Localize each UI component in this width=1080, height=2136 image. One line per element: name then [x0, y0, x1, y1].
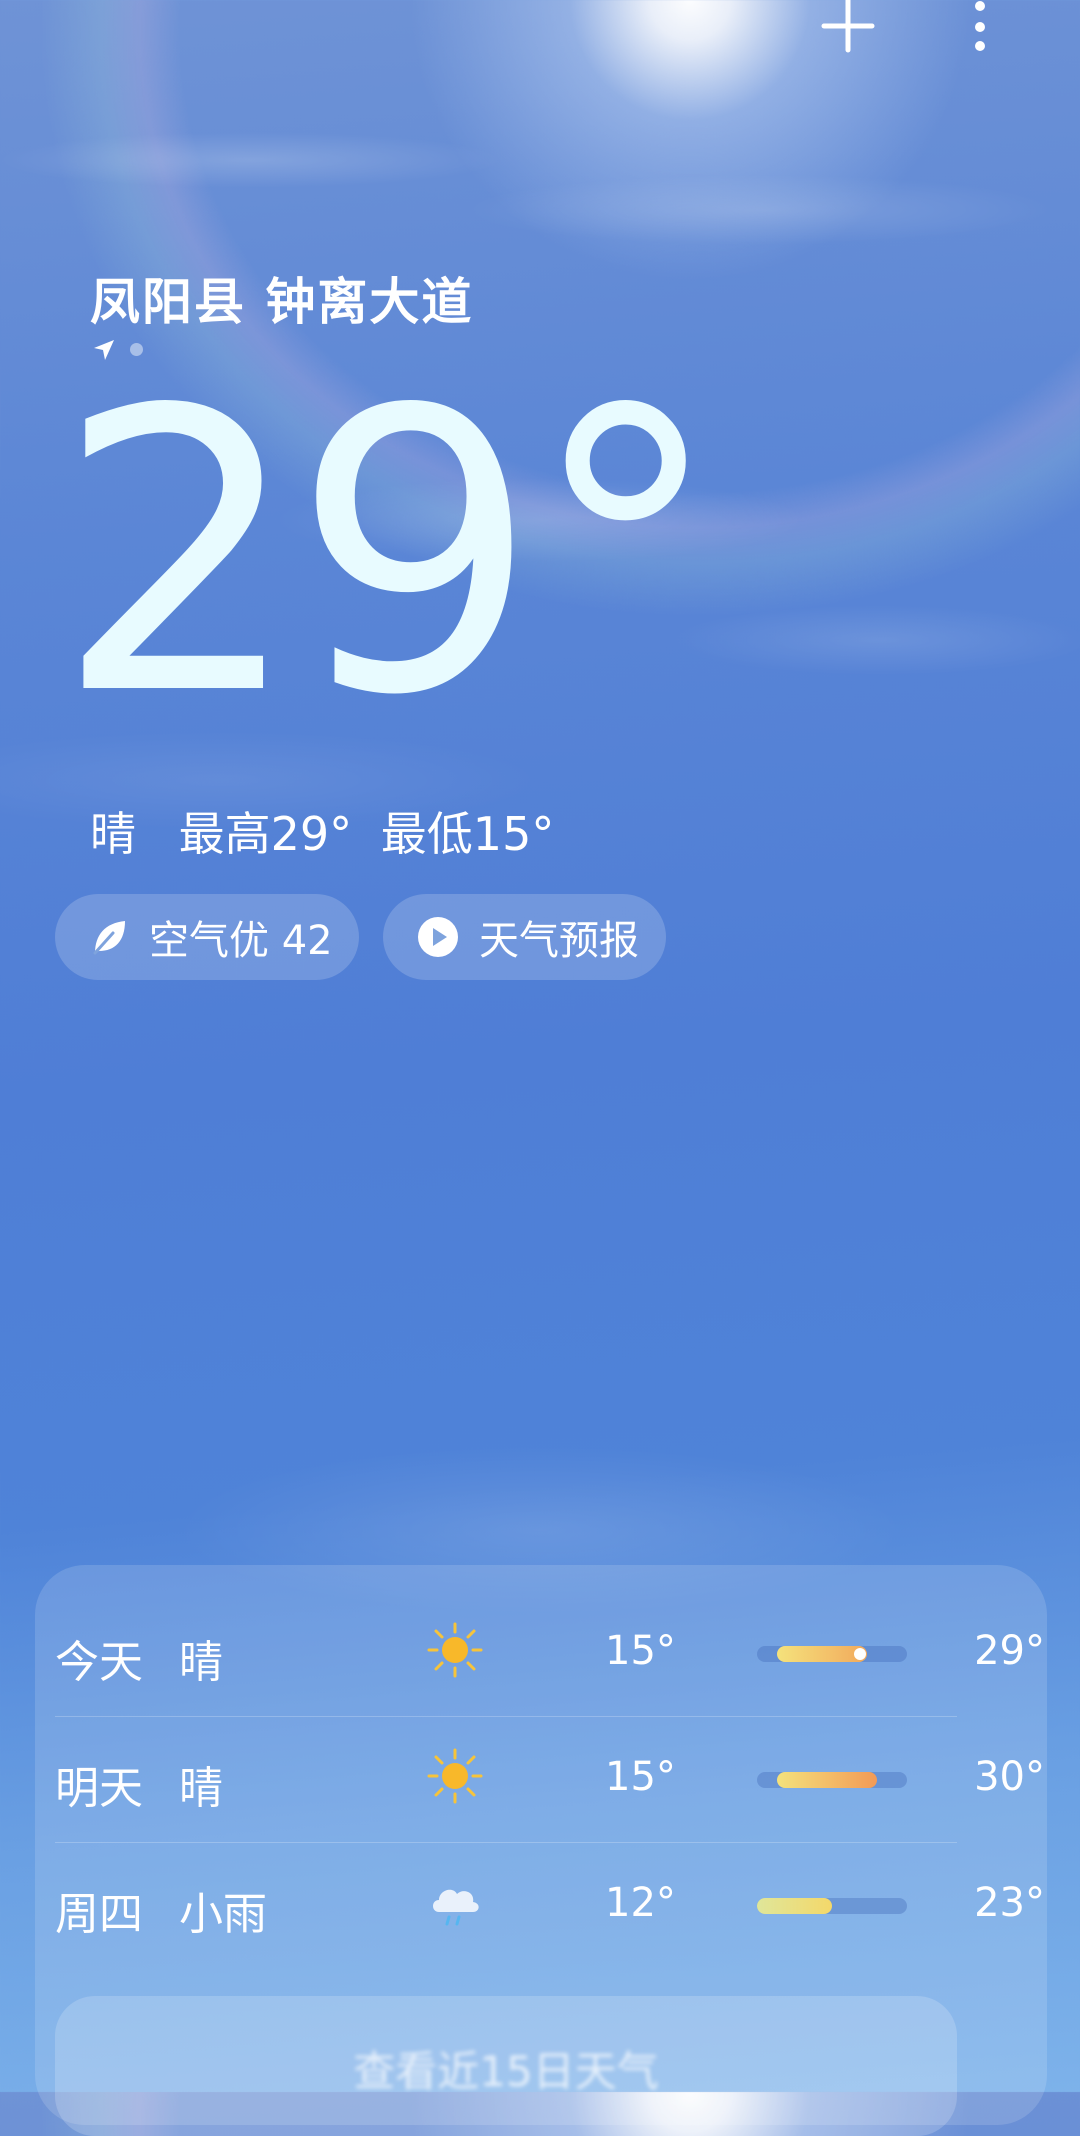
forecast-high: 23° [974, 1880, 1045, 1926]
temperature-range-bar [757, 1898, 907, 1914]
forecast-day: 今天 [55, 1637, 143, 1688]
more-options-button[interactable] [958, 0, 1002, 60]
forecast-condition: 晴 [179, 1637, 223, 1688]
high-temperature: 最高29° [178, 807, 353, 861]
rain-cloud-icon [433, 1889, 479, 1926]
forecast-day: 明天 [55, 1763, 143, 1814]
temperature-range-fill [777, 1772, 877, 1788]
today-summary: 晴 最高29° 最低15° [90, 798, 554, 864]
fifteen-day-forecast-button[interactable]: 查看近15日天气 [55, 1996, 957, 2136]
current-temp-marker [854, 1648, 866, 1660]
forecast-row-thursday[interactable]: 周四 小雨 12° 23° [55, 1842, 1045, 1968]
temperature-range-fill [757, 1898, 832, 1914]
air-quality-label: 空气优 42 [149, 918, 333, 964]
plus-icon [821, 0, 875, 53]
current-temperature: 29° [55, 328, 723, 780]
forecast-day: 周四 [55, 1889, 143, 1940]
location-title: 凤阳县 钟离大道 [90, 273, 474, 331]
low-temperature: 最低15° [380, 807, 555, 861]
temperature-range-bar [757, 1772, 907, 1788]
forecast-high: 30° [974, 1754, 1045, 1800]
forecast-condition: 晴 [179, 1763, 223, 1814]
fifteen-day-forecast-label: 查看近15日天气 [353, 2047, 659, 2096]
forecast-condition: 小雨 [179, 1889, 267, 1940]
air-quality-chip[interactable]: 空气优 42 [55, 894, 359, 980]
current-condition: 晴 [90, 807, 136, 861]
add-city-button[interactable] [812, 0, 884, 60]
more-vertical-icon [975, 1, 985, 51]
leaf-icon [89, 917, 129, 957]
weather-forecast-label: 天气预报 [479, 918, 639, 964]
temperature-range-bar [757, 1646, 907, 1662]
sun-icon [427, 1622, 483, 1678]
forecast-row-tomorrow[interactable]: 明天 晴 15° 30° [55, 1716, 1045, 1842]
forecast-high: 29° [974, 1628, 1045, 1674]
weather-forecast-chip[interactable]: 天气预报 [383, 894, 666, 980]
forecast-low: 12° [605, 1880, 676, 1926]
forecast-row-today[interactable]: 今天 晴 15° 29° [55, 1590, 1045, 1716]
forecast-low: 15° [605, 1754, 676, 1800]
play-icon [417, 916, 459, 958]
sun-icon [427, 1748, 483, 1804]
forecast-low: 15° [605, 1628, 676, 1674]
